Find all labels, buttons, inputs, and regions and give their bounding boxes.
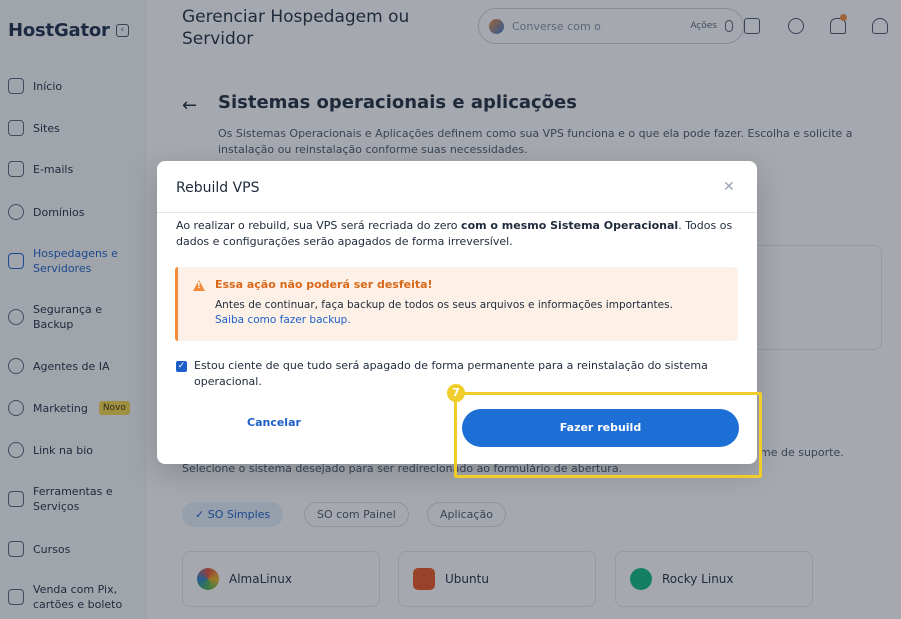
modal-title: Rebuild VPS: [176, 180, 260, 196]
body-text-bold: com o mesmo Sistema Operacional: [461, 219, 679, 232]
modal-body-text: Ao realizar o rebuild, sua VPS será recr…: [176, 218, 741, 250]
acknowledge-checkbox[interactable]: ✓: [176, 361, 187, 372]
body-text-pre: Ao realizar o rebuild, sua VPS será recr…: [176, 219, 462, 232]
cancel-button[interactable]: Cancelar: [247, 416, 301, 429]
modal-divider: [157, 212, 757, 213]
close-icon[interactable]: ✕: [723, 179, 735, 195]
tutorial-highlight-box: [454, 392, 762, 478]
warning-alert: Essa ação não poderá ser desfeita! Antes…: [175, 267, 738, 341]
warning-triangle-icon: [193, 280, 205, 291]
warning-title: Essa ação não poderá ser desfeita!: [215, 278, 433, 291]
backup-help-link[interactable]: Saiba como fazer backup.: [215, 314, 351, 326]
warning-text: Antes de continuar, faça backup de todos…: [215, 299, 673, 311]
tutorial-step-badge: 7: [447, 384, 465, 402]
acknowledge-checkbox-label[interactable]: Estou ciente de que tudo será apagado de…: [194, 358, 739, 390]
